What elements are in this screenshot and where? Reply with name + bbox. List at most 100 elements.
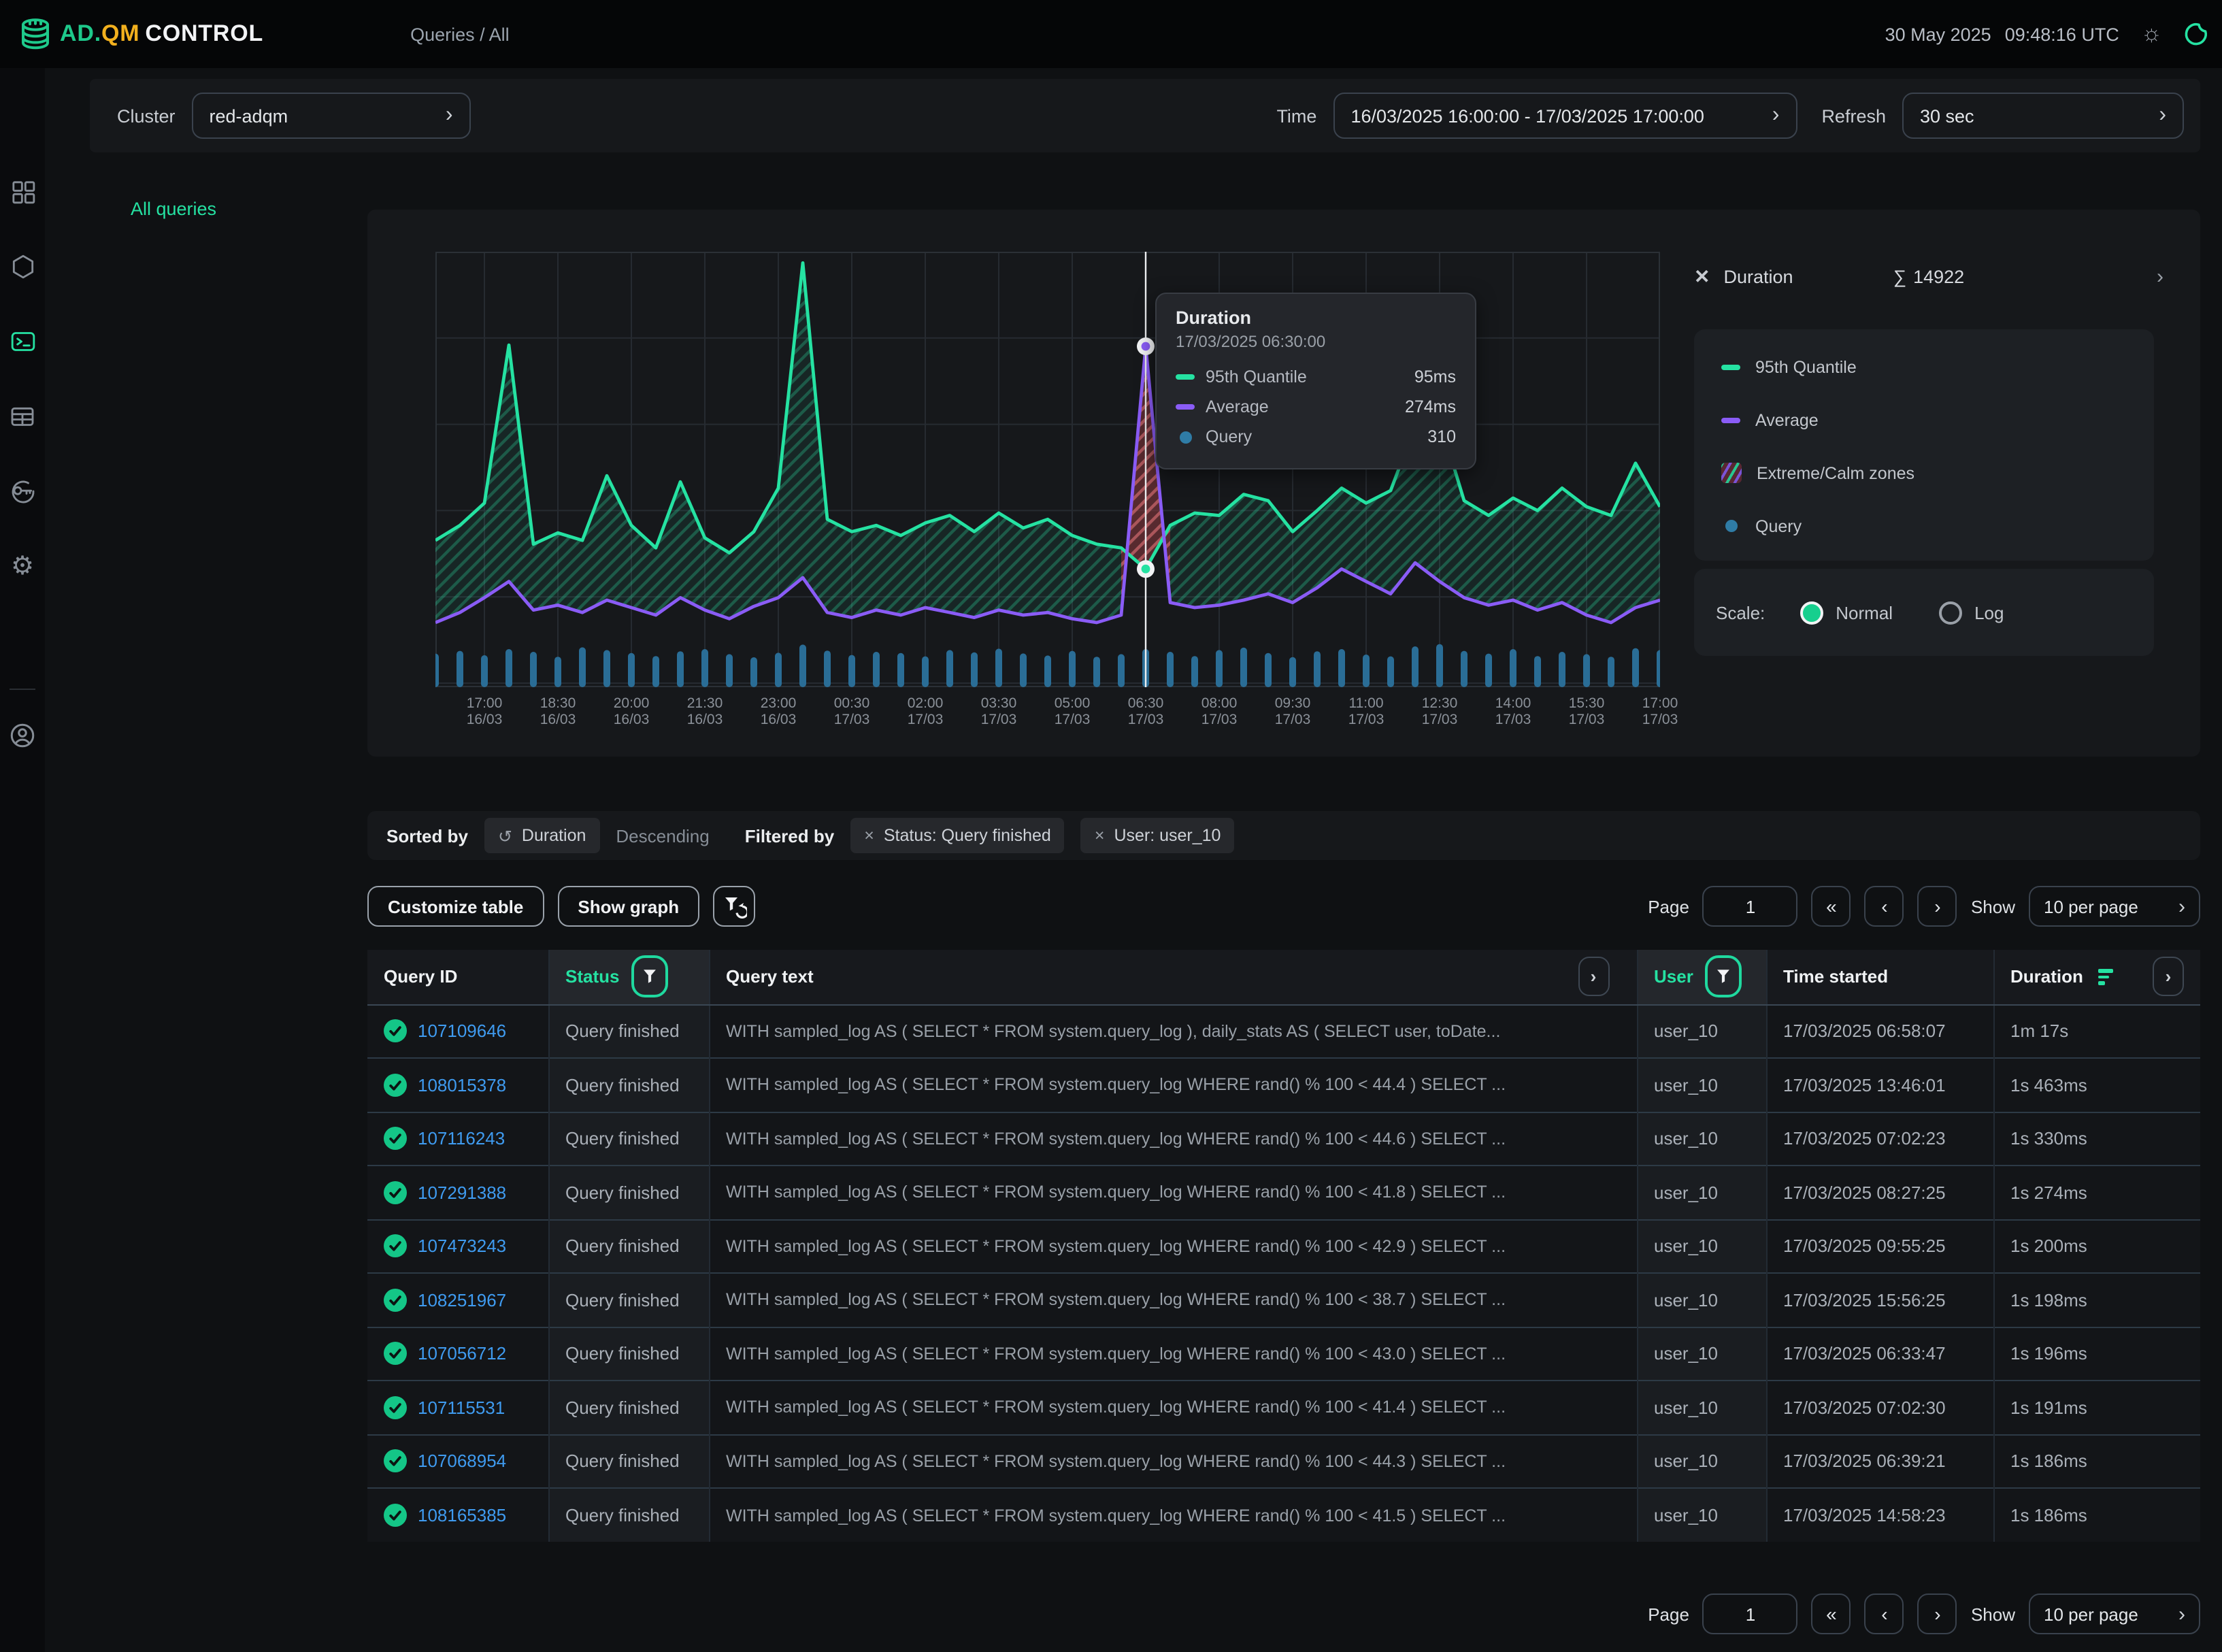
legend-item[interactable]: Extreme/Calm zones [1721, 463, 2154, 483]
query-id-link[interactable]: 107109646 [418, 1021, 506, 1042]
next-page-button[interactable]: › [1918, 1593, 1957, 1634]
nav-all-queries[interactable]: All queries [131, 199, 216, 219]
user-cell: user_10 [1637, 1434, 1766, 1488]
col-header-status[interactable]: Status [548, 950, 709, 1004]
x-axis-tick: 08:0017/03 [1201, 695, 1238, 728]
hexagon-icon [9, 253, 36, 280]
sidebar-item-account[interactable] [7, 720, 37, 750]
col-header-user[interactable]: User [1637, 950, 1766, 1004]
filtered-by-label: Filtered by [745, 825, 835, 846]
chevron-right-icon[interactable]: › [2157, 265, 2163, 288]
legend-item[interactable]: 95th Quantile [1721, 357, 2154, 377]
x-axis-tick: 03:3017/03 [981, 695, 1017, 728]
scale-card: Scale: Normal Log [1694, 569, 2154, 656]
breadcrumb[interactable]: Queries / All [410, 24, 510, 44]
duration-chart[interactable]: Duration 17/03/2025 06:30:00 95th Quanti… [435, 252, 1660, 687]
time-label: Time [1276, 105, 1316, 126]
server-datetime: 30 May 202509:48:16 UTC [1885, 24, 2119, 44]
scale-normal-radio[interactable] [1800, 601, 1823, 624]
purple-line-swatch [1721, 417, 1740, 423]
query-id-link[interactable]: 107068954 [418, 1451, 506, 1472]
scale-log-label[interactable]: Log [1974, 602, 2004, 623]
gear-icon: ⚙ [11, 553, 34, 579]
tooltip-row: Average274ms [1176, 392, 1456, 422]
next-page-button[interactable]: › [1918, 886, 1957, 927]
query-id-link[interactable]: 107116243 [418, 1129, 505, 1149]
scale-normal-label[interactable]: Normal [1836, 602, 1893, 623]
query-id-link[interactable]: 108015378 [418, 1075, 506, 1095]
prev-page-button[interactable]: ‹ [1865, 1593, 1904, 1634]
sidebar-item-cluster[interactable] [7, 252, 37, 282]
sidebar-item-tables[interactable] [7, 401, 37, 431]
query-id-link[interactable]: 107115531 [418, 1398, 505, 1418]
show-graph-button[interactable]: Show graph [557, 886, 699, 927]
time-range-select[interactable]: 16/03/2025 16:00:00 - 17/03/2025 17:00:0… [1333, 93, 1797, 139]
moon-icon[interactable] [2184, 22, 2208, 46]
chevron-right-icon: › [2145, 103, 2166, 128]
page-input[interactable] [1703, 886, 1798, 927]
refresh-interval-select[interactable]: 30 sec› [1902, 93, 2184, 139]
user-cell: user_10 [1637, 1488, 1766, 1542]
sun-icon[interactable]: ☼ [2141, 20, 2162, 48]
duration-cell: 1s 186ms [1993, 1434, 2200, 1488]
close-icon[interactable]: ✕ [1694, 265, 1710, 288]
per-page-select[interactable]: 10 per page› [2029, 1593, 2200, 1634]
dashboard-grid-icon [9, 178, 36, 205]
x-axis-tick: 05:0017/03 [1055, 695, 1091, 728]
key-icon [7, 478, 37, 505]
sidebar-item-queries[interactable] [7, 327, 37, 357]
duration-chart-card: Duration 17/03/2025 06:30:00 95th Quanti… [367, 210, 2200, 757]
query-id-link[interactable]: 107056712 [418, 1344, 506, 1364]
filter-chip[interactable]: ×Status: Query finished [850, 818, 1065, 853]
sidebar-item-access-keys[interactable] [7, 476, 37, 506]
prev-page-button[interactable]: ‹ [1865, 886, 1904, 927]
reset-filters-button[interactable] [713, 886, 755, 927]
status-filter-button[interactable] [631, 956, 668, 998]
col-header-time-started[interactable]: Time started [1766, 950, 1993, 1004]
user-filter-button[interactable] [1706, 956, 1742, 998]
x-axis-tick: 09:3017/03 [1275, 695, 1311, 728]
remove-filter-icon[interactable]: × [1095, 826, 1105, 845]
time-started-cell: 17/03/2025 15:56:25 [1766, 1273, 1993, 1327]
sort-chip[interactable]: ↺Duration [484, 818, 599, 853]
x-axis-tick: 23:0016/03 [761, 695, 797, 728]
col-header-query-id[interactable]: Query ID [367, 950, 548, 1004]
table-controls-top: Customize table Show graph Page « ‹ › Sh… [367, 885, 2200, 928]
legend-item[interactable]: Average [1721, 410, 2154, 430]
query-id-link[interactable]: 107291388 [418, 1183, 506, 1203]
per-page-select[interactable]: 10 per page› [2029, 886, 2200, 927]
app: AD.QMCONTROL Queries / All 30 May 202509… [0, 0, 2222, 1652]
first-page-button[interactable]: « [1812, 886, 1851, 927]
query-id-link[interactable]: 108165385 [418, 1505, 506, 1525]
time-started-cell: 17/03/2025 14:58:23 [1766, 1488, 1993, 1542]
remove-filter-icon[interactable]: × [864, 826, 874, 845]
legend-item[interactable]: Query [1721, 516, 2154, 536]
time-started-cell: 17/03/2025 06:58:07 [1766, 1004, 1993, 1058]
sidebar-item-dashboard[interactable] [7, 177, 37, 207]
cluster-select[interactable]: red-adqm› [192, 93, 471, 139]
col-header-duration[interactable]: Duration › [1993, 950, 2200, 1004]
query-id-link[interactable]: 107473243 [418, 1236, 506, 1257]
user-cell: user_10 [1637, 1219, 1766, 1273]
first-page-button[interactable]: « [1812, 1593, 1851, 1634]
x-axis-tick: 11:0017/03 [1348, 695, 1384, 728]
query-id-link[interactable]: 108251967 [418, 1290, 506, 1310]
expand-column-button[interactable]: › [1578, 957, 1609, 997]
tooltip-title: Duration [1176, 308, 1456, 328]
table-icon [8, 403, 37, 430]
status-cell: Query finished [548, 1381, 709, 1434]
status-cell: Query finished [548, 1488, 709, 1542]
filter-chip[interactable]: ×User: user_10 [1081, 818, 1235, 853]
col-header-query-text[interactable]: Query text › [709, 950, 1637, 1004]
table-controls-bottom: Page « ‹ › Show 10 per page› [367, 1592, 2200, 1636]
page-input[interactable] [1703, 1593, 1798, 1634]
status-cell: Query finished [548, 1434, 709, 1488]
expand-column-button[interactable]: › [2153, 957, 2184, 997]
scale-log-radio[interactable] [1939, 601, 1962, 624]
table-row: 107473243Query finishedWITH sampled_log … [367, 1219, 2200, 1273]
customize-table-button[interactable]: Customize table [367, 886, 544, 927]
status-cell: Query finished [548, 1058, 709, 1112]
duration-cell: 1s 191ms [1993, 1381, 2200, 1434]
chart-tooltip: Duration 17/03/2025 06:30:00 95th Quanti… [1155, 293, 1476, 469]
sidebar-item-settings[interactable]: ⚙ [7, 551, 37, 581]
